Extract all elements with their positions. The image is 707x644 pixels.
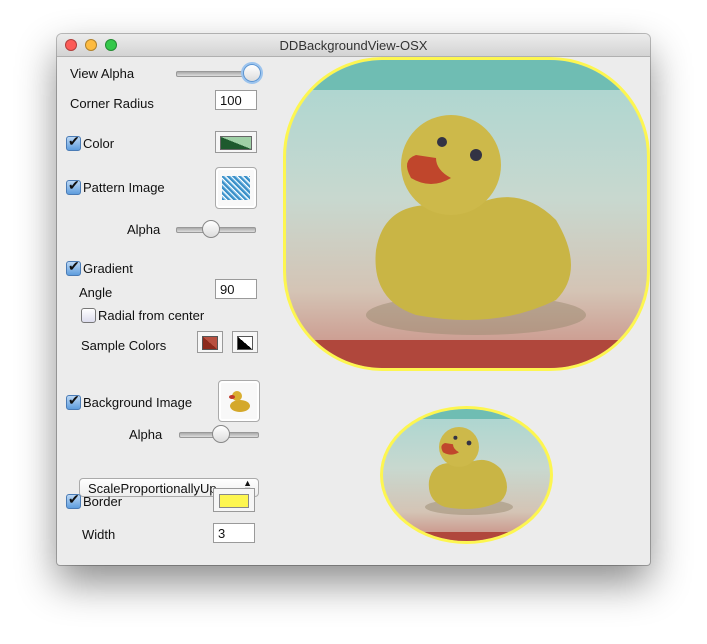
pattern-image-well[interactable] <box>215 167 257 209</box>
border-color-well[interactable] <box>213 488 255 512</box>
pattern-thumbnail <box>222 176 250 200</box>
small-top-band <box>383 409 550 419</box>
radial-checkbox[interactable] <box>81 308 96 323</box>
small-bottom-band <box>383 532 550 541</box>
color-label: Color <box>83 136 115 151</box>
gradient-checkbox[interactable] <box>66 258 81 276</box>
background-image-checkbox[interactable] <box>66 392 81 410</box>
pattern-alpha-slider[interactable] <box>176 220 256 238</box>
small-duck-image <box>425 427 513 515</box>
bg-alpha-slider[interactable] <box>179 425 259 443</box>
sample-color-2[interactable] <box>232 331 258 353</box>
duck-thumbnail-icon <box>229 391 250 412</box>
angle-label: Angle <box>79 285 113 300</box>
pattern-image-checkbox[interactable] <box>66 177 81 195</box>
width-label: Width <box>82 527 116 542</box>
color-checkbox[interactable] <box>66 133 81 151</box>
pattern-alpha-label: Alpha <box>127 222 161 237</box>
content: View Alpha Corner Radius 100 Color Patte… <box>57 57 650 565</box>
duck-image <box>366 115 586 335</box>
view-alpha-slider[interactable] <box>176 64 261 82</box>
radial-label: Radial from center <box>98 308 205 323</box>
main-window: DDBackgroundView-OSX View Alpha Corner R… <box>57 34 650 565</box>
angle-input[interactable]: 90 <box>215 279 257 299</box>
background-image-well[interactable] <box>218 380 260 422</box>
bg-alpha-label: Alpha <box>129 427 163 442</box>
large-background-view <box>283 57 650 371</box>
border-width-input[interactable]: 3 <box>213 523 255 543</box>
border-checkbox[interactable] <box>66 491 81 509</box>
small-background-view <box>380 406 553 544</box>
sample-color-1[interactable] <box>197 331 223 353</box>
border-label: Border <box>83 494 123 509</box>
title-bar: DDBackgroundView-OSX <box>57 34 650 57</box>
corner-radius-label: Corner Radius <box>70 96 154 111</box>
color-well[interactable] <box>215 131 257 153</box>
top-band <box>286 60 647 90</box>
pattern-image-label: Pattern Image <box>83 180 165 195</box>
sample-colors-label: Sample Colors <box>81 338 167 353</box>
corner-radius-input[interactable]: 100 <box>215 90 257 110</box>
view-alpha-label: View Alpha <box>70 66 135 81</box>
gradient-label: Gradient <box>83 261 133 276</box>
window-title: DDBackgroundView-OSX <box>279 38 428 53</box>
background-image-label: Background Image <box>83 395 193 410</box>
